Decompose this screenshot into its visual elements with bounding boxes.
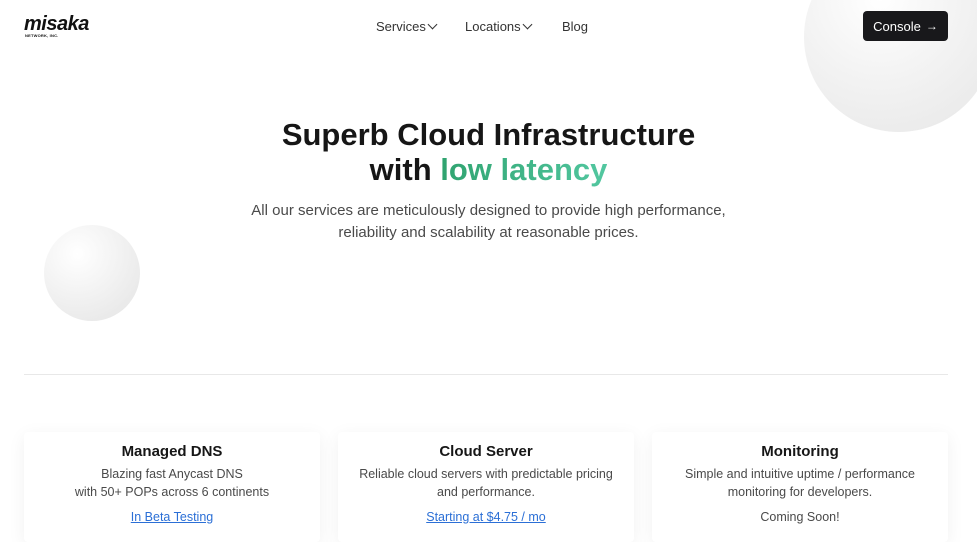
card-status: Coming Soon! (652, 508, 948, 526)
console-button-label: Console (873, 18, 921, 34)
hero-title-line1: Superb Cloud Infrastructure (281, 117, 696, 152)
console-button[interactable]: Console → (863, 11, 948, 41)
card-desc-line2: with 50+ POPs across 6 continents (74, 485, 270, 499)
brand-logo[interactable]: misaka NETWORK, INC. (24, 13, 102, 39)
nav-item-services[interactable]: Services (376, 18, 438, 36)
brand-name: misaka (24, 13, 89, 35)
brand-subtitle: NETWORK, INC. (25, 33, 59, 38)
chevron-down-icon (522, 19, 533, 30)
card-description: Reliable cloud servers with predictable … (348, 465, 624, 501)
card-title: Cloud Server (439, 443, 533, 460)
card-status: Starting at $4.75 / mo (338, 508, 634, 526)
nav-item-label: Services (376, 19, 426, 34)
chevron-down-icon (427, 19, 438, 30)
service-card-cloud-server[interactable]: Cloud Server Reliable cloud servers with… (338, 432, 634, 542)
hero-title-accent: low latency (440, 152, 608, 187)
hero-subtitle-line1: All our services are meticulously design… (251, 202, 726, 219)
card-title: Managed DNS (121, 443, 223, 460)
arrow-right-icon: → (925, 19, 938, 33)
nav-item-blog[interactable]: Blog (562, 18, 588, 36)
card-status: In Beta Testing (24, 508, 320, 526)
section-divider (24, 374, 948, 375)
card-description: Simple and intuitive uptime / performanc… (662, 465, 938, 501)
card-desc-line1: Blazing fast Anycast DNS (101, 467, 243, 481)
card-desc-line2: and performance. (437, 485, 535, 499)
card-desc-line1: Reliable cloud servers with predictable … (359, 467, 613, 481)
card-title: Monitoring (761, 443, 839, 460)
card-status-link[interactable]: In Beta Testing (131, 510, 213, 524)
card-desc-line2: monitoring for developers. (727, 485, 873, 499)
hero-title: Superb Cloud Infrastructure with low lat… (0, 117, 977, 187)
hero-title-line2-plain: with (369, 152, 441, 187)
card-desc-line1: Simple and intuitive uptime / performanc… (685, 467, 915, 481)
service-card-monitoring[interactable]: Monitoring Simple and intuitive uptime /… (652, 432, 948, 542)
card-status-link[interactable]: Starting at $4.75 / mo (426, 510, 546, 524)
card-description: Blazing fast Anycast DNS with 50+ POPs a… (34, 465, 310, 501)
hero-subtitle: All our services are meticulously design… (0, 200, 977, 244)
card-status-text: Coming Soon! (760, 510, 840, 524)
hero-subtitle-line2: reliability and scalability at reasonabl… (338, 224, 639, 241)
nav-item-label: Locations (465, 19, 521, 34)
nav-item-label: Blog (562, 19, 589, 34)
nav-item-locations[interactable]: Locations (465, 18, 533, 36)
service-card-managed-dns[interactable]: Managed DNS Blazing fast Anycast DNS wit… (24, 432, 320, 542)
